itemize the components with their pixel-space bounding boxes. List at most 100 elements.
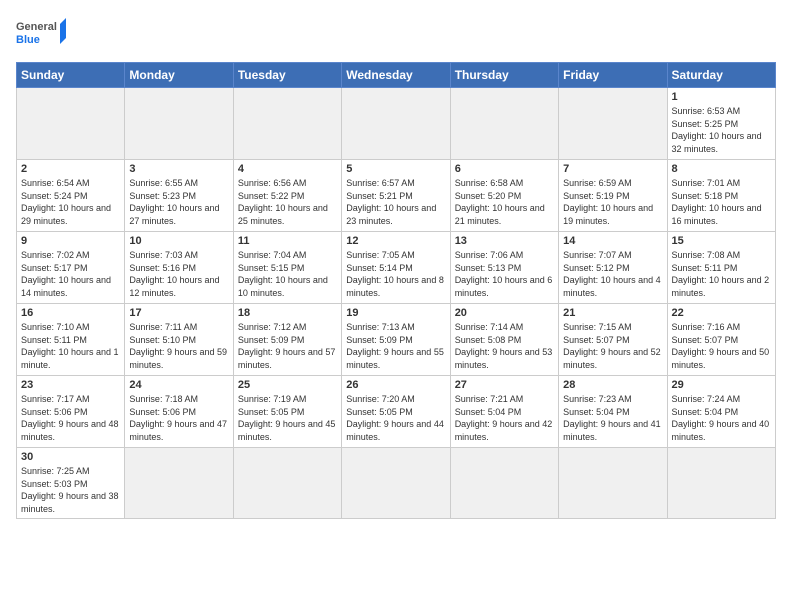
calendar-cell: 14Sunrise: 7:07 AM Sunset: 5:12 PM Dayli…: [559, 232, 667, 304]
day-number: 23: [21, 379, 120, 391]
calendar-cell: 4Sunrise: 6:56 AM Sunset: 5:22 PM Daylig…: [233, 160, 341, 232]
day-info: Sunrise: 6:59 AM Sunset: 5:19 PM Dayligh…: [563, 177, 662, 227]
calendar-cell: 27Sunrise: 7:21 AM Sunset: 5:04 PM Dayli…: [450, 376, 558, 448]
day-number: 3: [129, 163, 228, 175]
calendar-header: SundayMondayTuesdayWednesdayThursdayFrid…: [17, 63, 776, 88]
calendar-cell: [559, 88, 667, 160]
day-info: Sunrise: 7:14 AM Sunset: 5:08 PM Dayligh…: [455, 321, 554, 371]
weekday-header: Wednesday: [342, 63, 450, 88]
calendar-cell: [17, 88, 125, 160]
day-info: Sunrise: 7:13 AM Sunset: 5:09 PM Dayligh…: [346, 321, 445, 371]
svg-text:General: General: [16, 21, 57, 33]
day-info: Sunrise: 6:54 AM Sunset: 5:24 PM Dayligh…: [21, 177, 120, 227]
day-number: 12: [346, 235, 445, 247]
day-info: Sunrise: 7:04 AM Sunset: 5:15 PM Dayligh…: [238, 249, 337, 299]
day-number: 19: [346, 307, 445, 319]
calendar-cell: 5 Sunrise: 6:57 AM Sunset: 5:21 PM Daylig…: [342, 160, 450, 232]
day-info: Sunrise: 7:06 AM Sunset: 5:13 PM Dayligh…: [455, 249, 554, 299]
day-number: 13: [455, 235, 554, 247]
day-info: Sunrise: 7:25 AM Sunset: 5:03 PM Dayligh…: [21, 465, 120, 515]
day-info: Sunrise: 7:19 AM Sunset: 5:05 PM Dayligh…: [238, 393, 337, 443]
generalblue-logo: General Blue: [16, 16, 66, 52]
day-number: 11: [238, 235, 337, 247]
day-number: 4: [238, 163, 337, 175]
day-number: 2: [21, 163, 120, 175]
day-info: Sunrise: 6:55 AM Sunset: 5:23 PM Dayligh…: [129, 177, 228, 227]
calendar-cell: 11 Sunrise: 7:04 AM Sunset: 5:15 PM Dayli…: [233, 232, 341, 304]
calendar-week-row: 23 Sunrise: 7:17 AM Sunset: 5:06 PM Dayli…: [17, 376, 776, 448]
weekday-header: Monday: [125, 63, 233, 88]
calendar-cell: [667, 448, 775, 519]
day-number: 21: [563, 307, 662, 319]
day-info: Sunrise: 7:10 AM Sunset: 5:11 PM Dayligh…: [21, 321, 120, 371]
calendar-cell: 1 Sunrise: 6:53 AM Sunset: 5:25 PM Daylig…: [667, 88, 775, 160]
day-number: 18: [238, 307, 337, 319]
weekday-header: Saturday: [667, 63, 775, 88]
calendar-cell: 16 Sunrise: 7:10 AM Sunset: 5:11 PM Dayli…: [17, 304, 125, 376]
day-info: Sunrise: 6:53 AM Sunset: 5:25 PM Dayligh…: [672, 105, 771, 155]
calendar-cell: [233, 448, 341, 519]
calendar-week-row: 9Sunrise: 7:02 AM Sunset: 5:17 PM Daylig…: [17, 232, 776, 304]
day-number: 28: [563, 379, 662, 391]
calendar-cell: 13 Sunrise: 7:06 AM Sunset: 5:13 PM Dayli…: [450, 232, 558, 304]
calendar-cell: 19 Sunrise: 7:13 AM Sunset: 5:09 PM Dayli…: [342, 304, 450, 376]
day-info: Sunrise: 7:01 AM Sunset: 5:18 PM Dayligh…: [672, 177, 771, 227]
calendar-cell: 3 Sunrise: 6:55 AM Sunset: 5:23 PM Daylig…: [125, 160, 233, 232]
calendar-cell: 9Sunrise: 7:02 AM Sunset: 5:17 PM Daylig…: [17, 232, 125, 304]
calendar-cell: [125, 88, 233, 160]
weekday-header: Sunday: [17, 63, 125, 88]
day-number: 20: [455, 307, 554, 319]
day-info: Sunrise: 7:21 AM Sunset: 5:04 PM Dayligh…: [455, 393, 554, 443]
day-info: Sunrise: 7:11 AM Sunset: 5:10 PM Dayligh…: [129, 321, 228, 371]
day-number: 8: [672, 163, 771, 175]
svg-text:Blue: Blue: [16, 34, 40, 46]
calendar-cell: 28Sunrise: 7:23 AM Sunset: 5:04 PM Dayli…: [559, 376, 667, 448]
day-info: Sunrise: 7:17 AM Sunset: 5:06 PM Dayligh…: [21, 393, 120, 443]
calendar-cell: 18 Sunrise: 7:12 AM Sunset: 5:09 PM Dayli…: [233, 304, 341, 376]
day-info: Sunrise: 7:12 AM Sunset: 5:09 PM Dayligh…: [238, 321, 337, 371]
calendar-cell: [233, 88, 341, 160]
calendar-cell: [450, 448, 558, 519]
calendar-cell: [342, 448, 450, 519]
day-number: 30: [21, 451, 120, 463]
calendar-table: SundayMondayTuesdayWednesdayThursdayFrid…: [16, 62, 776, 519]
calendar-week-row: 16 Sunrise: 7:10 AM Sunset: 5:11 PM Dayli…: [17, 304, 776, 376]
day-number: 26: [346, 379, 445, 391]
day-number: 6: [455, 163, 554, 175]
calendar-cell: [450, 88, 558, 160]
day-info: Sunrise: 6:57 AM Sunset: 5:21 PM Dayligh…: [346, 177, 445, 227]
header-row: SundayMondayTuesdayWednesdayThursdayFrid…: [17, 63, 776, 88]
day-number: 14: [563, 235, 662, 247]
page-header: General Blue: [16, 16, 776, 52]
day-info: Sunrise: 7:15 AM Sunset: 5:07 PM Dayligh…: [563, 321, 662, 371]
calendar-week-row: 2 Sunrise: 6:54 AM Sunset: 5:24 PM Daylig…: [17, 160, 776, 232]
calendar-cell: 12 Sunrise: 7:05 AM Sunset: 5:14 PM Dayli…: [342, 232, 450, 304]
calendar-cell: 29Sunrise: 7:24 AM Sunset: 5:04 PM Dayli…: [667, 376, 775, 448]
weekday-header: Tuesday: [233, 63, 341, 88]
weekday-header: Thursday: [450, 63, 558, 88]
day-info: Sunrise: 7:24 AM Sunset: 5:04 PM Dayligh…: [672, 393, 771, 443]
day-number: 15: [672, 235, 771, 247]
calendar-cell: 17Sunrise: 7:11 AM Sunset: 5:10 PM Dayli…: [125, 304, 233, 376]
day-info: Sunrise: 7:03 AM Sunset: 5:16 PM Dayligh…: [129, 249, 228, 299]
day-info: Sunrise: 7:05 AM Sunset: 5:14 PM Dayligh…: [346, 249, 445, 299]
day-number: 1: [672, 91, 771, 103]
calendar-cell: 10Sunrise: 7:03 AM Sunset: 5:16 PM Dayli…: [125, 232, 233, 304]
calendar-cell: 6 Sunrise: 6:58 AM Sunset: 5:20 PM Daylig…: [450, 160, 558, 232]
calendar-cell: 23 Sunrise: 7:17 AM Sunset: 5:06 PM Dayli…: [17, 376, 125, 448]
day-info: Sunrise: 7:16 AM Sunset: 5:07 PM Dayligh…: [672, 321, 771, 371]
calendar-cell: 21 Sunrise: 7:15 AM Sunset: 5:07 PM Dayli…: [559, 304, 667, 376]
day-info: Sunrise: 7:20 AM Sunset: 5:05 PM Dayligh…: [346, 393, 445, 443]
calendar-cell: [342, 88, 450, 160]
day-number: 5: [346, 163, 445, 175]
day-number: 22: [672, 307, 771, 319]
day-info: Sunrise: 6:58 AM Sunset: 5:20 PM Dayligh…: [455, 177, 554, 227]
day-number: 16: [21, 307, 120, 319]
day-number: 24: [129, 379, 228, 391]
day-info: Sunrise: 7:08 AM Sunset: 5:11 PM Dayligh…: [672, 249, 771, 299]
calendar-cell: [125, 448, 233, 519]
weekday-header: Friday: [559, 63, 667, 88]
calendar-week-row: 30 Sunrise: 7:25 AM Sunset: 5:03 PM Dayli…: [17, 448, 776, 519]
day-info: Sunrise: 7:18 AM Sunset: 5:06 PM Dayligh…: [129, 393, 228, 443]
calendar-cell: 24 Sunrise: 7:18 AM Sunset: 5:06 PM Dayli…: [125, 376, 233, 448]
